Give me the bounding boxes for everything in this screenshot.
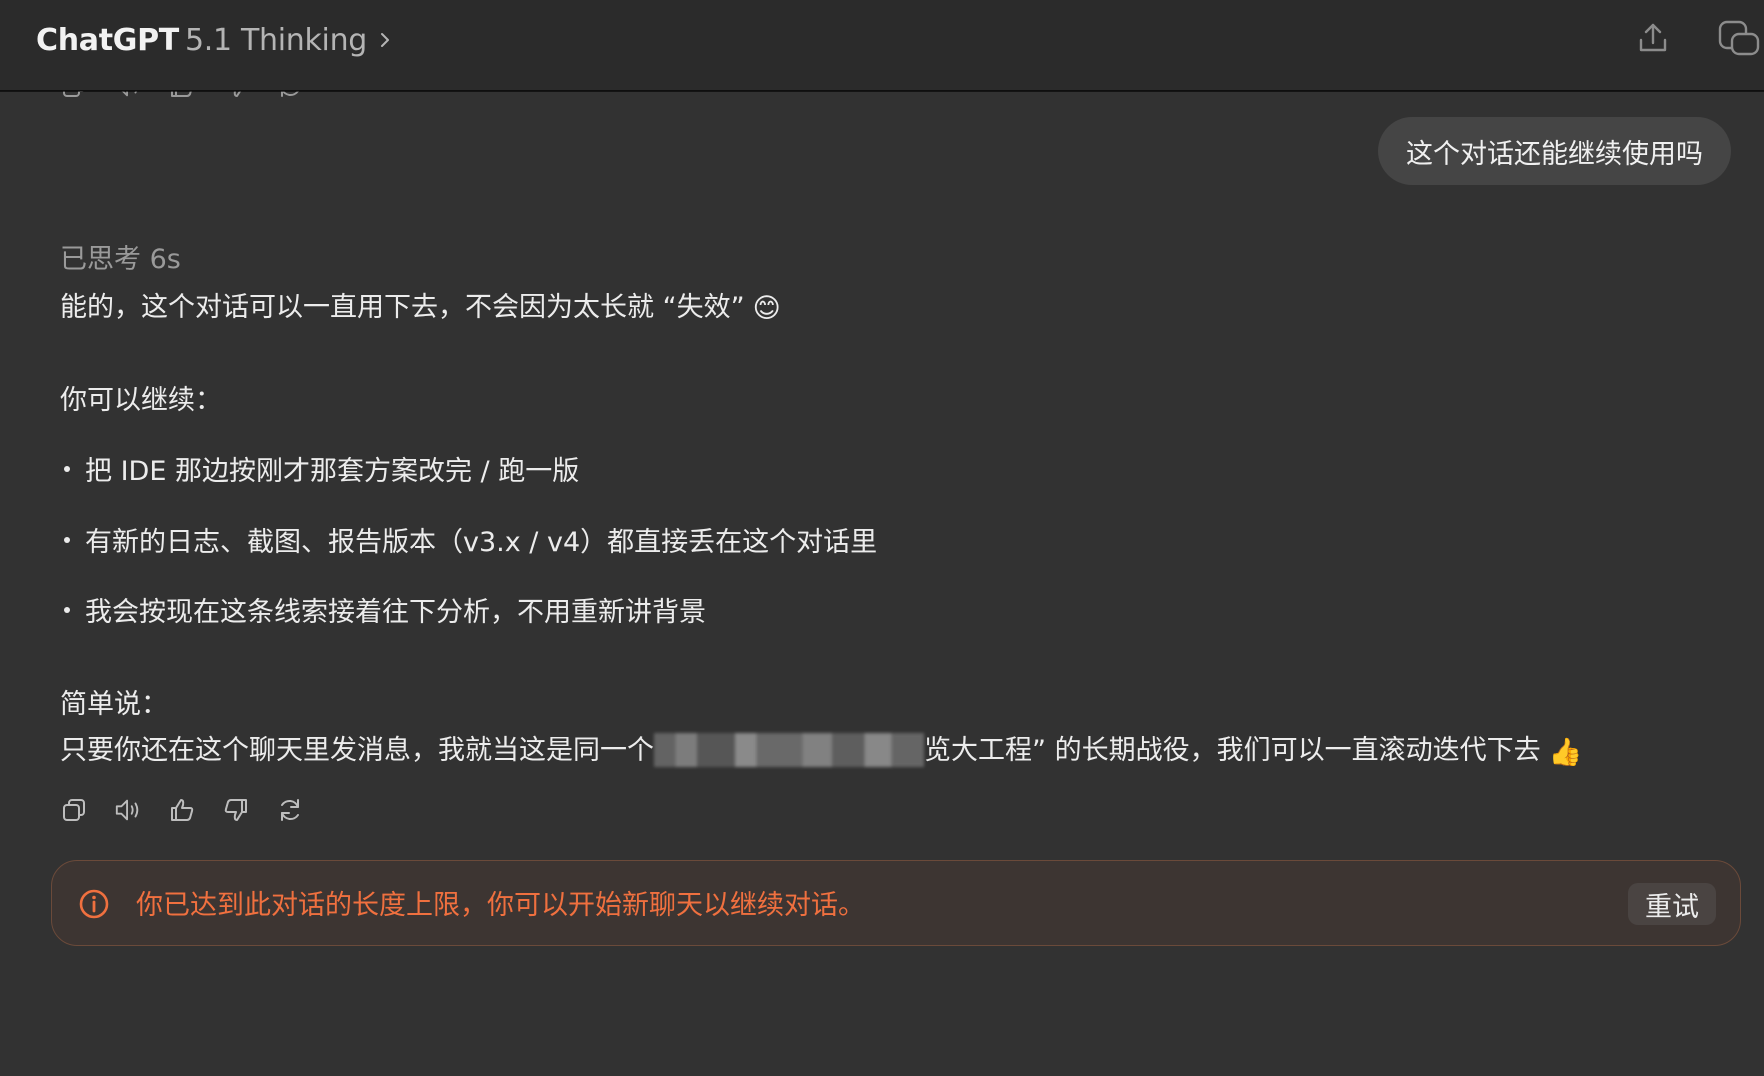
summary-line: 只要你还在这个聊天里发消息，我就当这是同一个 览大工程” 的长期战役，我们可以一直… [60, 728, 1582, 769]
list-item-text: 有新的日志、截图、报告版本（v3.x / v4）都直接丢在这个对话里 [85, 527, 878, 558]
list-item-text: 我会按现在这条线索接着往下分析，不用重新讲背景 [85, 597, 706, 628]
thumbs-down-icon [224, 799, 247, 821]
read-aloud-button[interactable] [114, 796, 142, 824]
list-item: 把 IDE 那边按刚才那套方案改完 / 跑一版 [60, 449, 579, 488]
user-message-bubble: 这个对话还能继续使用吗 [1378, 117, 1731, 185]
thumbs-up-emoji: 👍 [1548, 736, 1583, 768]
chevron-right-icon [375, 30, 395, 50]
model-label: 5.1 Thinking [184, 22, 368, 58]
limit-message: 你已达到此对话的长度上限，你可以开始新聊天以继续对话。 [136, 890, 865, 921]
thumbs-up-icon [171, 799, 194, 821]
thumbs-down-button[interactable] [222, 796, 250, 824]
list-item-text: 把 IDE 那边按刚才那套方案改完 / 跑一版 [85, 456, 580, 487]
info-icon [78, 888, 110, 920]
list-item: 我会按现在这条线索接着往下分析，不用重新讲背景 [60, 590, 706, 629]
summary-text-before: 只要你还在这个聊天里发消息，我就当这是同一个 [60, 735, 654, 766]
regenerate-icon [281, 799, 299, 821]
length-limit-banner: 你已达到此对话的长度上限，你可以开始新聊天以继续对话。 重试 [51, 860, 1741, 946]
chat-app: ChatGPT 5.1 Thinking 这个对话还能继续使用吗 已思考 6s … [0, 0, 1764, 1076]
list-item: 有新的日志、截图、报告版本（v3.x / v4）都直接丢在这个对话里 [60, 520, 877, 559]
brand-label: ChatGPT [36, 22, 179, 58]
regenerate-button[interactable] [276, 796, 304, 824]
copy-icon [63, 799, 85, 821]
model-switcher[interactable]: ChatGPT 5.1 Thinking [36, 18, 395, 62]
summary-heading: 简单说： [60, 689, 168, 720]
redacted-region [654, 732, 924, 767]
list-heading: 你可以继续： [60, 385, 222, 416]
thinking-duration-toggle[interactable]: 已思考 6s [60, 237, 181, 276]
user-message-text: 这个对话还能继续使用吗 [1406, 138, 1703, 170]
bullet-dot [64, 465, 70, 472]
share-icon [1635, 20, 1671, 60]
bullet-dot [64, 536, 70, 543]
new-chat-button[interactable] [1716, 18, 1760, 62]
share-button[interactable] [1631, 18, 1675, 62]
message-actions [60, 796, 304, 826]
bullet-dot [64, 606, 70, 613]
thumbs-up-button[interactable] [168, 796, 196, 824]
retry-button[interactable]: 重试 [1628, 883, 1716, 925]
read-aloud-icon [115, 799, 139, 821]
reply-intro-text: 能的，这个对话可以一直用下去，不会因为太长就 “失效” [60, 292, 745, 323]
smile-emoji: 😊 [752, 293, 781, 324]
new-chat-icon [1716, 18, 1760, 62]
copy-button[interactable] [60, 796, 88, 824]
summary-text-after: 览大工程” 的长期战役，我们可以一直滚动迭代下去 [924, 735, 1541, 766]
reply-intro: 能的，这个对话可以一直用下去，不会因为太长就 “失效” 😊 [60, 285, 781, 324]
top-bar: ChatGPT 5.1 Thinking [0, 0, 1764, 91]
